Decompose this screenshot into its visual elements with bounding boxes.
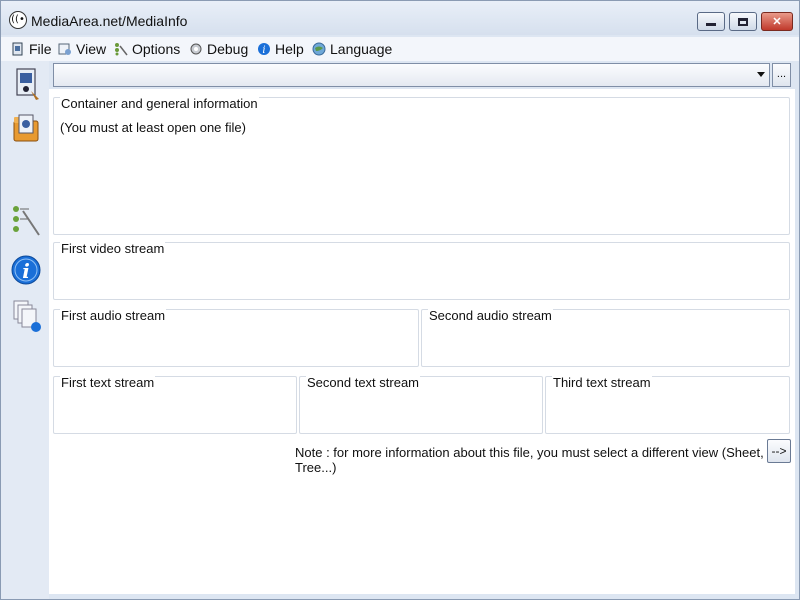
general-info-text: (You must at least open one file) (60, 120, 246, 135)
text-stream-1-label: First text stream (60, 375, 156, 390)
info-button[interactable]: i (11, 251, 43, 287)
browse-button[interactable]: ... (772, 63, 791, 87)
export-button[interactable] (11, 299, 43, 335)
svg-text:i: i (22, 259, 30, 283)
main-window: ((• MediaArea.net/MediaInfo ✕ File View … (0, 0, 800, 600)
view-note: Note : for more information about this f… (295, 445, 764, 475)
info-icon: i (11, 255, 41, 285)
menu-language-label: Language (330, 41, 393, 57)
menu-view[interactable]: View (58, 39, 106, 59)
chevron-down-icon[interactable] (757, 72, 765, 77)
general-info-group: Container and general information (You m… (53, 96, 790, 235)
close-icon: ✕ (772, 16, 782, 28)
minimize-button[interactable] (697, 12, 725, 31)
open-folder-button[interactable] (11, 111, 43, 147)
video-stream-label: First video stream (60, 241, 166, 256)
help-icon: i (258, 43, 270, 56)
menu-view-label: View (76, 41, 107, 57)
video-stream-group: First video stream (53, 241, 790, 300)
menu-bar: File View Options Debug i Help Language (1, 37, 799, 61)
menu-file-label: File (29, 41, 52, 57)
close-button[interactable]: ✕ (761, 12, 793, 31)
menu-options-label: Options (132, 41, 181, 57)
window-title: MediaArea.net/MediaInfo (31, 13, 188, 29)
menu-debug-label: Debug (207, 41, 249, 57)
svg-text:i: i (262, 45, 265, 56)
menu-language[interactable]: Language (312, 39, 392, 59)
view-tree-icon (13, 206, 40, 236)
sidebar-toolbar: i (1, 61, 49, 599)
general-info-label: Container and general information (60, 96, 259, 111)
mediainfo-app-icon: ((• (9, 11, 27, 29)
open-file-button[interactable] (11, 67, 43, 103)
audio-stream-2-group: Second audio stream (421, 308, 790, 367)
text-stream-2-group: Second text stream (299, 375, 543, 434)
minimize-icon (706, 23, 716, 26)
title-bar: ((• MediaArea.net/MediaInfo ✕ (1, 1, 799, 35)
options-icon (115, 43, 128, 56)
audio-stream-2-label: Second audio stream (428, 308, 553, 323)
view-icon (58, 43, 71, 55)
open-file-icon (16, 68, 39, 100)
file-icon (12, 42, 23, 56)
text-stream-1-group: First text stream (53, 375, 297, 434)
text-stream-3-group: Third text stream (545, 375, 790, 434)
maximize-icon (738, 17, 748, 26)
language-icon (312, 42, 326, 56)
menu-options[interactable]: Options (114, 39, 180, 59)
debug-icon (190, 43, 202, 55)
open-folder-icon (13, 114, 39, 142)
maximize-button[interactable] (729, 12, 757, 31)
text-stream-3-label: Third text stream (552, 375, 652, 390)
info-panel: Container and general information (You m… (49, 89, 795, 594)
menu-help[interactable]: i Help (257, 39, 304, 59)
file-selector-combo[interactable] (53, 63, 770, 87)
next-view-button[interactable]: --> (767, 439, 791, 463)
menu-debug[interactable]: Debug (189, 39, 248, 59)
menu-file[interactable]: File (11, 39, 52, 59)
audio-stream-1-label: First audio stream (60, 308, 167, 323)
view-tree-button[interactable] (11, 203, 43, 239)
audio-stream-1-group: First audio stream (53, 308, 419, 367)
menu-help-label: Help (275, 41, 304, 57)
export-icon (13, 300, 41, 332)
text-stream-2-label: Second text stream (306, 375, 420, 390)
